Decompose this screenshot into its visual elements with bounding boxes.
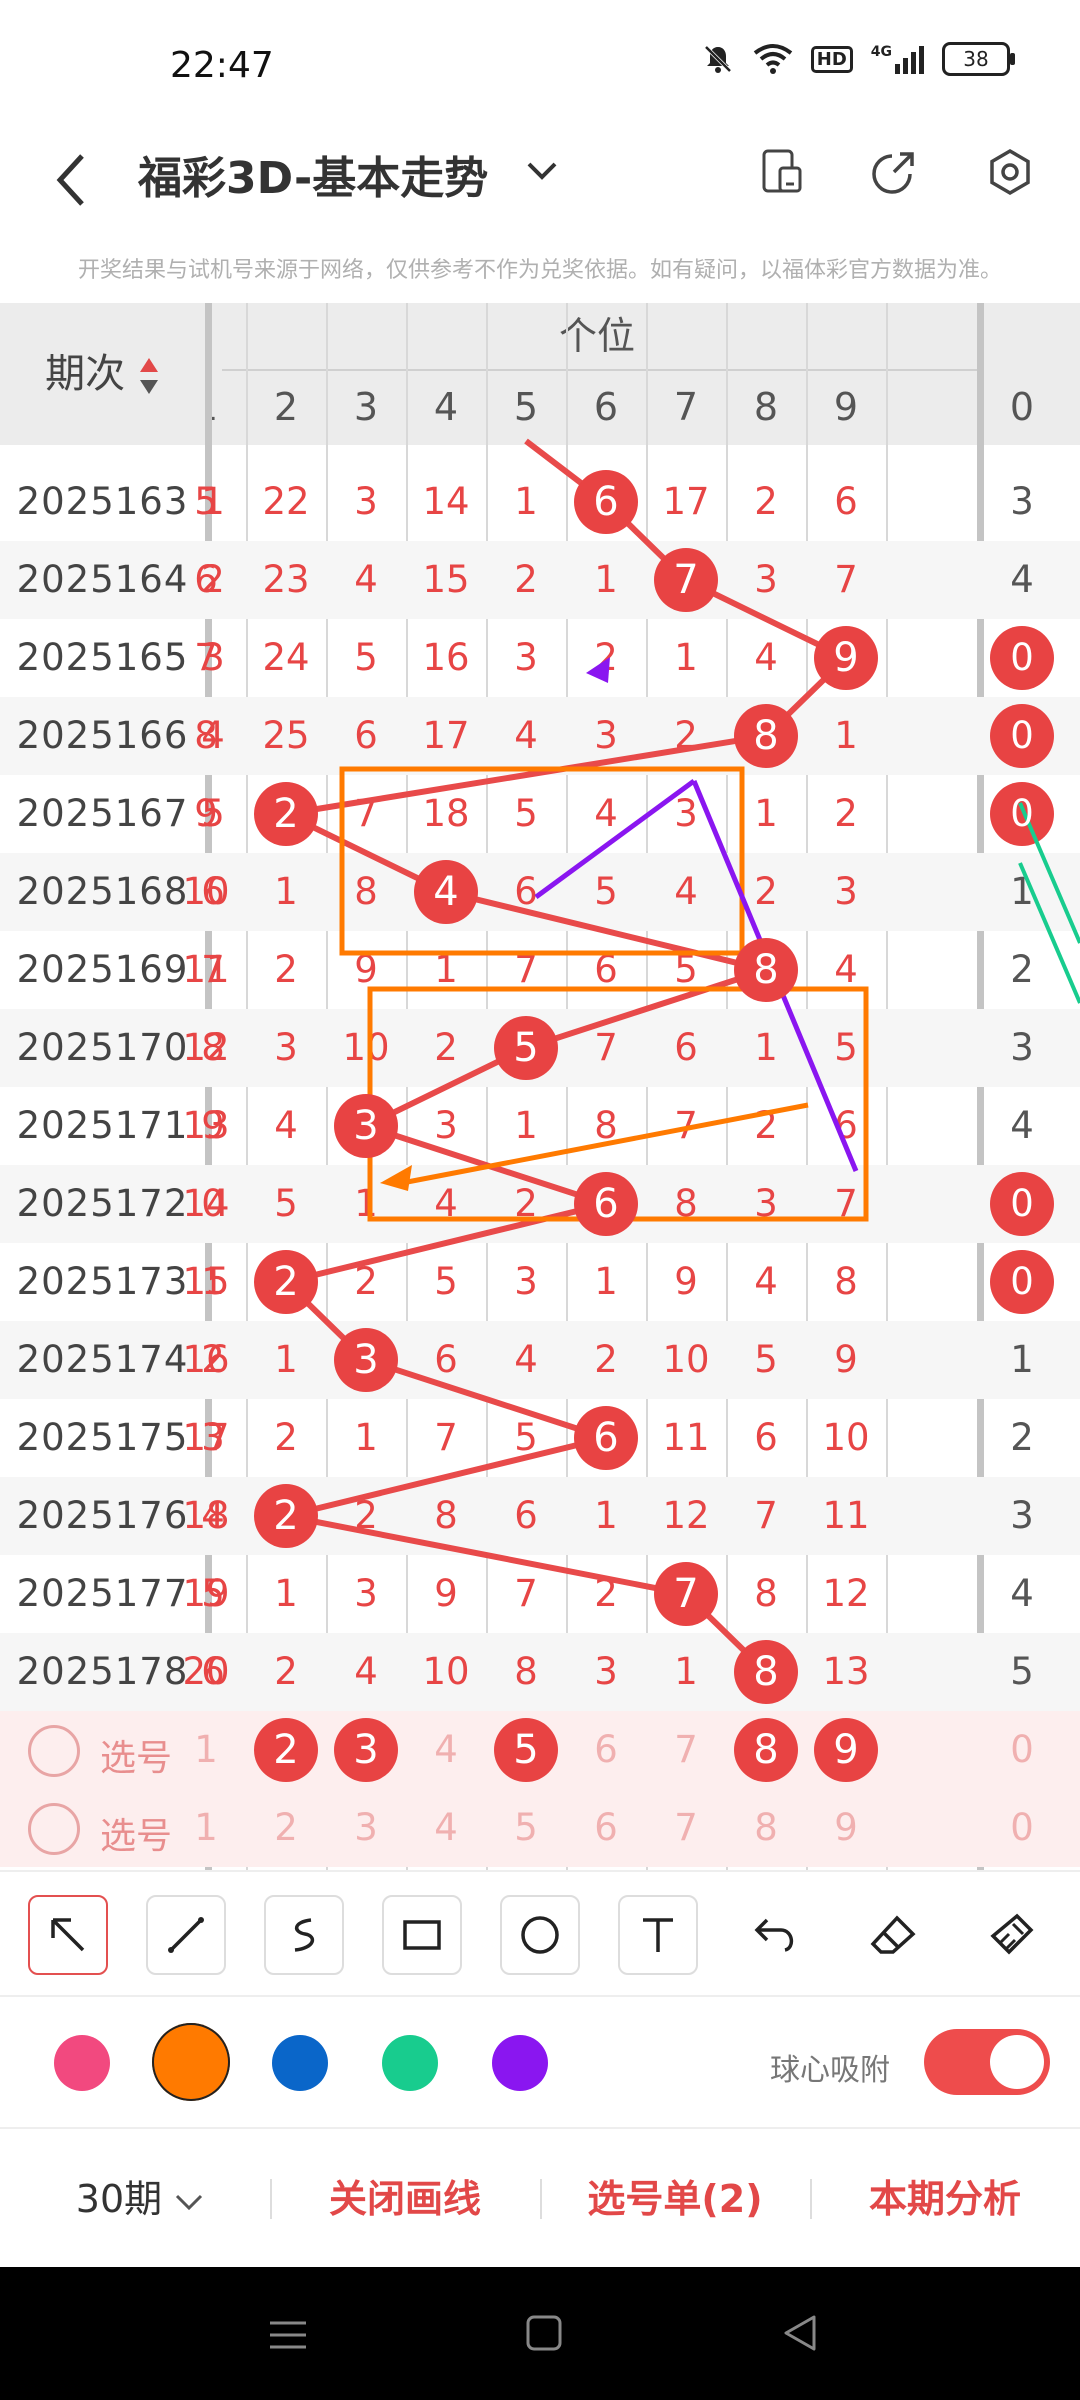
- picked-ball[interactable]: 8: [734, 1718, 798, 1782]
- network-type: 4G: [870, 44, 892, 60]
- hit-ball: 6: [574, 470, 638, 534]
- eraser-button[interactable]: [854, 1895, 934, 1975]
- color-blue[interactable]: [272, 2035, 328, 2091]
- clock: 22:47: [170, 45, 274, 86]
- hit-ball: 6: [574, 1406, 638, 1470]
- hit-ball: 3: [334, 1094, 398, 1158]
- hit-ball: 8: [734, 1640, 798, 1704]
- hit-ball: 9: [814, 626, 878, 690]
- mute-bell-icon: [704, 45, 732, 73]
- close-draw-button[interactable]: 关闭画线: [280, 2129, 530, 2269]
- select-tool[interactable]: [28, 1895, 108, 1975]
- color-orange-selected[interactable]: [152, 2023, 230, 2101]
- undo-button[interactable]: [736, 1895, 816, 1975]
- next-column-cell: 0: [1010, 792, 1034, 835]
- chevron-down-icon: [176, 2194, 203, 2210]
- separator: [270, 2179, 272, 2219]
- picked-ball[interactable]: 3: [334, 1718, 398, 1782]
- squiggle-icon: [294, 1918, 315, 1952]
- clear-all-button[interactable]: [972, 1895, 1052, 1975]
- picked-ball[interactable]: 2: [254, 1718, 318, 1782]
- picked-ball[interactable]: 5: [494, 1718, 558, 1782]
- hit-ball: 5: [494, 1016, 558, 1080]
- line-icon: [168, 1917, 204, 1953]
- hit-ball: 2: [254, 1250, 318, 1314]
- pick-list-button[interactable]: 选号单(2): [550, 2129, 800, 2269]
- hit-ball: 6: [574, 1172, 638, 1236]
- home-icon[interactable]: [524, 2313, 564, 2353]
- circle-tool[interactable]: [500, 1895, 580, 1975]
- separator: [540, 2179, 542, 2219]
- green-line: [1018, 862, 1080, 1004]
- analysis-button[interactable]: 本期分析: [820, 2129, 1070, 2269]
- hd-icon: HD: [810, 45, 853, 73]
- eraser-icon: [870, 1915, 916, 1954]
- page-title[interactable]: 福彩3D-基本走势: [138, 142, 488, 206]
- next-column-cell: 0: [1010, 636, 1034, 679]
- back-nav-icon[interactable]: [780, 2313, 820, 2353]
- circle-icon: [521, 1916, 559, 1954]
- hit-ball: 7: [654, 1562, 718, 1626]
- share-icon[interactable]: [870, 148, 918, 196]
- square-icon: [403, 1920, 441, 1950]
- next-column-cell: 0: [1010, 714, 1034, 757]
- settings-icon[interactable]: [986, 148, 1034, 196]
- orange-arrow-head: [380, 1165, 412, 1191]
- action-bar: 30期 关闭画线 选号单(2) 本期分析: [0, 2127, 1080, 2269]
- purple-arrow: [534, 778, 696, 900]
- drawing-toolbar: [0, 1870, 1080, 1997]
- next-column-cell: 0: [1010, 1260, 1034, 1303]
- freehand-tool[interactable]: [264, 1895, 344, 1975]
- color-purple[interactable]: [492, 2035, 548, 2091]
- next-column-cell: 0: [1010, 1182, 1034, 1225]
- hit-ball: 8: [734, 704, 798, 768]
- hit-ball: 2: [254, 782, 318, 846]
- hit-ball: 3: [334, 1328, 398, 1392]
- broom-icon: [990, 1913, 1034, 1955]
- status-icons: HD 4G 38: [701, 42, 1015, 76]
- separator: [810, 2179, 812, 2219]
- hit-ball: 8: [734, 938, 798, 1002]
- hit-ball: 2: [254, 1484, 318, 1548]
- disclaimer-notice: 开奖结果与试机号来源于网络，仅供参考不作为兑奖依据。如有疑问，以福体彩官方数据为…: [77, 258, 1002, 283]
- trend-chart[interactable]: 期次 个位 1234567890 20251631522314161726362…: [0, 303, 1080, 1870]
- period-select-label: 30期: [75, 2177, 163, 2221]
- rectangle-tool[interactable]: [382, 1895, 462, 1975]
- picked-ball[interactable]: 9: [814, 1718, 878, 1782]
- drawing-overlay: [276, 438, 1080, 1675]
- status-bar: 22:47 HD 4G 38: [0, 0, 1080, 130]
- phone-layout-icon[interactable]: [760, 148, 806, 194]
- page-title-text: 福彩3D-基本走势: [138, 153, 489, 204]
- undo-icon: [754, 1918, 794, 1952]
- text-icon: [643, 1918, 673, 1952]
- back-icon[interactable]: [50, 150, 90, 210]
- hit-ball: 7: [654, 548, 718, 612]
- text-tool[interactable]: [618, 1895, 698, 1975]
- color-green[interactable]: [382, 2035, 438, 2091]
- color-pink[interactable]: [54, 2035, 110, 2091]
- menu-icon[interactable]: [268, 2315, 308, 2355]
- color-bar: 球心吸附: [0, 1995, 1080, 2127]
- line-tool[interactable]: [146, 1895, 226, 1975]
- wifi-icon: [753, 44, 792, 74]
- hit-ball: 4: [414, 860, 478, 924]
- signal-icon: 4G: [871, 44, 924, 74]
- chevron-down-icon[interactable]: [525, 160, 559, 182]
- purple-arrow-head: [586, 657, 610, 683]
- battery-icon: 38: [942, 42, 1015, 76]
- arrow-up-left-icon: [51, 1918, 85, 1952]
- period-select[interactable]: 30期: [40, 2129, 240, 2269]
- snap-toggle[interactable]: [924, 2029, 1050, 2095]
- system-nav-bar: [0, 2267, 1080, 2400]
- snap-label: 球心吸附: [770, 2053, 890, 2088]
